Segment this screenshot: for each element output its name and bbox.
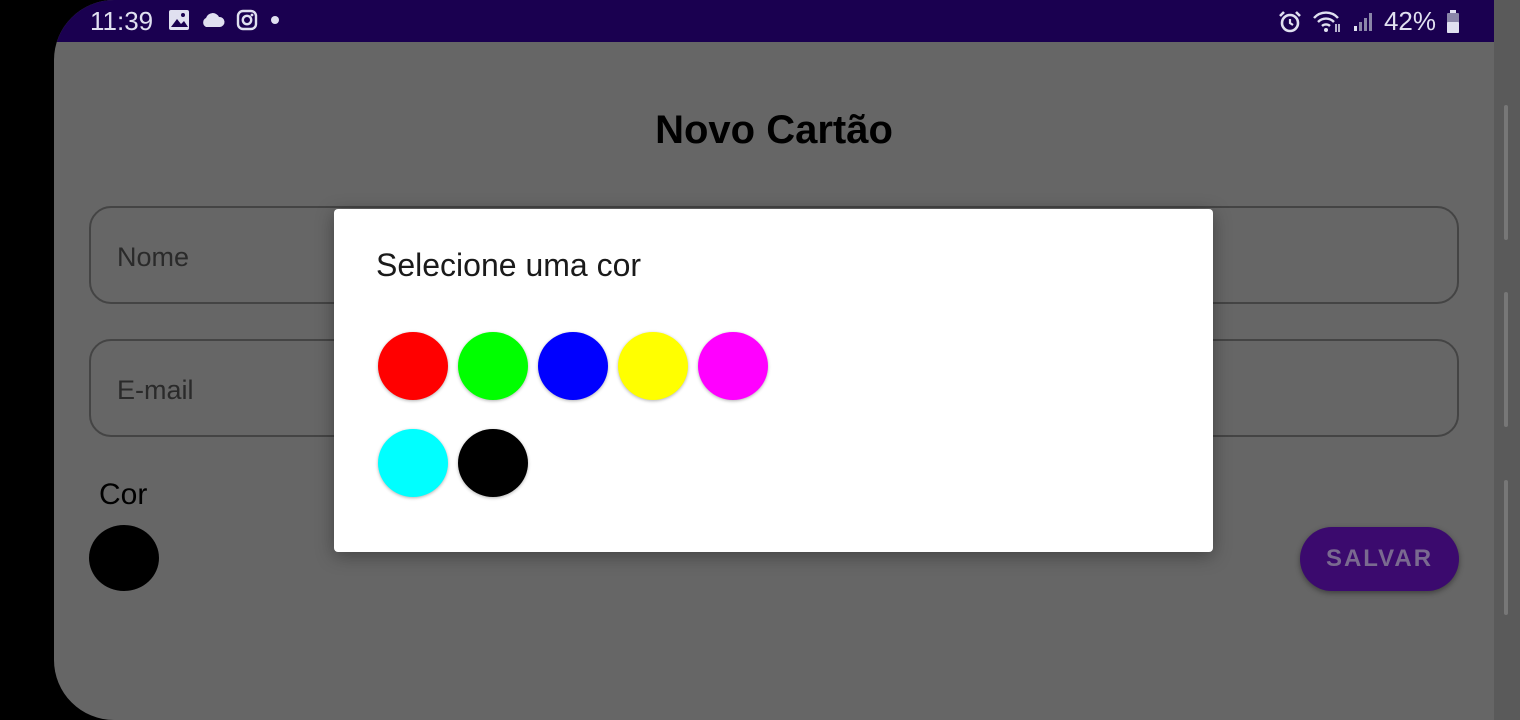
color-swatch-red[interactable]	[378, 332, 448, 400]
battery-icon	[1447, 9, 1459, 33]
color-swatch-magenta[interactable]	[698, 332, 768, 400]
scrollbar-segment[interactable]	[1504, 480, 1508, 615]
battery-percent: 42%	[1383, 6, 1436, 36]
color-label: Cor	[99, 478, 148, 511]
app-screen: 11:39 42% Novo Cartão Nome E-mail Cor SA…	[54, 0, 1494, 720]
instagram-icon	[236, 9, 258, 31]
email-placeholder: E-mail	[117, 375, 194, 405]
status-bar: 11:39 42%	[54, 0, 1494, 42]
signal-icon	[1353, 12, 1372, 31]
name-placeholder: Nome	[117, 242, 190, 272]
scrollbar-segment[interactable]	[1504, 105, 1508, 240]
color-swatch-green[interactable]	[458, 332, 528, 400]
color-picker-dialog: Selecione uma cor	[334, 209, 1213, 552]
gallery-icon	[169, 10, 189, 30]
dialog-title: Selecione uma cor	[376, 247, 642, 283]
status-icons-right: 42%	[1278, 6, 1460, 37]
selected-color-preview[interactable]	[89, 525, 159, 591]
color-swatch-black[interactable]	[458, 429, 528, 497]
alarm-icon	[1279, 10, 1301, 32]
wifi-icon	[1313, 10, 1340, 32]
scrollbar-segment[interactable]	[1504, 292, 1508, 427]
save-button[interactable]: SALVAR	[1300, 527, 1459, 591]
status-time: 11:39	[90, 6, 154, 36]
color-swatch-cyan[interactable]	[378, 429, 448, 497]
page-title: Novo Cartão	[655, 108, 893, 152]
status-icons-left	[168, 9, 282, 31]
dot-icon	[271, 16, 279, 24]
color-swatch-yellow[interactable]	[618, 332, 688, 400]
cloud-icon	[203, 13, 225, 27]
color-swatch-blue[interactable]	[538, 332, 608, 400]
